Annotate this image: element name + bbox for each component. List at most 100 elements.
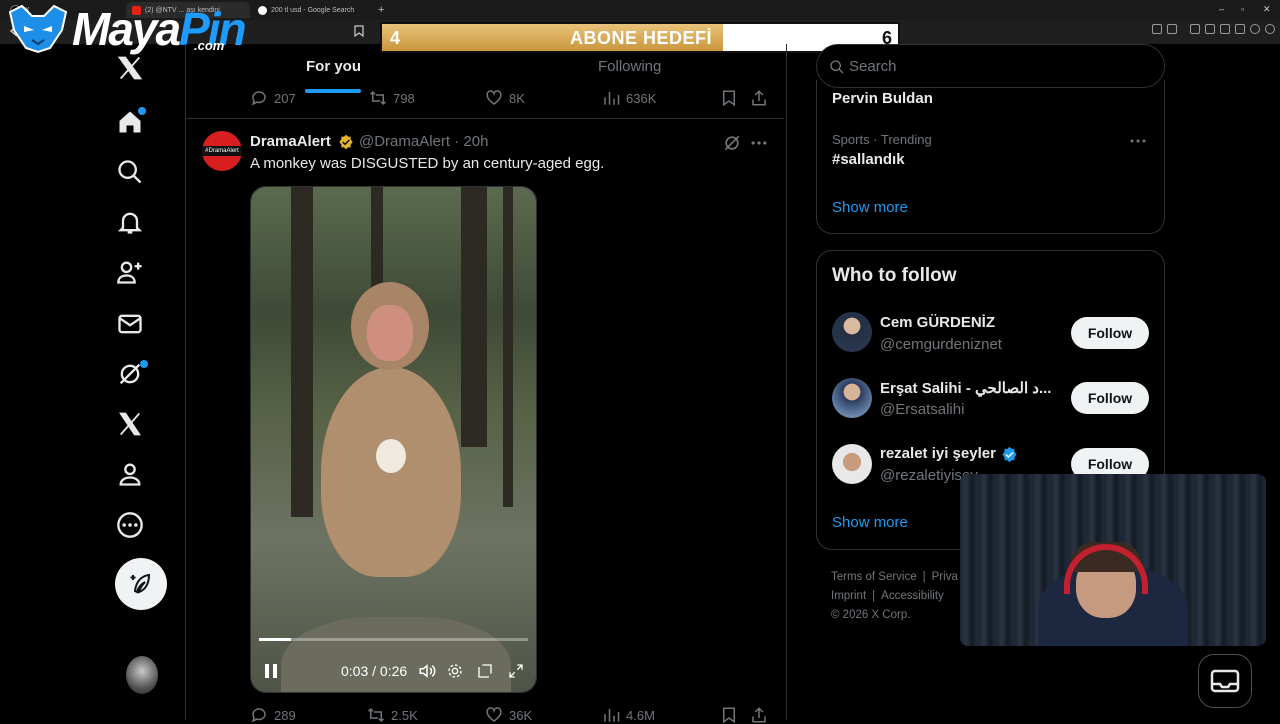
reply-icon xyxy=(251,708,266,723)
like-button[interactable]: 36K xyxy=(485,706,532,724)
repost-icon xyxy=(367,707,385,723)
fullscreen-icon xyxy=(509,664,523,678)
post-author-name[interactable]: DramaAlert xyxy=(250,133,331,150)
sidebar-icon[interactable] xyxy=(1205,24,1215,34)
x-logo[interactable] xyxy=(104,46,156,90)
fullscreen-button[interactable] xyxy=(506,661,526,681)
trends-card: Pervin Buldan Sports · Trending #salland… xyxy=(816,80,1165,234)
like-button[interactable]: 8K xyxy=(485,89,525,107)
who-to-follow-title: Who to follow xyxy=(832,265,957,286)
browser-tab-google[interactable]: 200 tl usd - Google Search xyxy=(252,2,372,18)
post-author-avatar[interactable]: #DramaAlert xyxy=(202,131,242,171)
privacy-link[interactable]: Priva xyxy=(932,571,958,583)
panther-logo-icon xyxy=(8,4,68,54)
share-icon[interactable] xyxy=(750,706,768,724)
video-progress-track[interactable] xyxy=(259,638,528,641)
tree-trunk xyxy=(291,187,313,517)
repost-button[interactable]: 2.5K xyxy=(367,706,418,724)
sidebar-footer: Terms of Service | Priva Imprint | Acces… xyxy=(831,571,971,621)
nav-follow[interactable] xyxy=(104,250,156,294)
tree-trunk xyxy=(461,187,487,447)
trend-item-name[interactable]: Pervin Buldan xyxy=(832,90,933,107)
imprint-link[interactable]: Imprint xyxy=(831,590,866,602)
follow-user-name[interactable]: Erşat Salihi - د الصالحي... xyxy=(880,379,1052,397)
maximize-button[interactable]: ▫ xyxy=(1241,4,1244,14)
shield-icon[interactable] xyxy=(1250,24,1260,34)
settings-button[interactable] xyxy=(445,661,465,681)
nav-premium[interactable] xyxy=(104,402,156,446)
pip-button[interactable] xyxy=(475,661,495,681)
verified-gold-badge-icon xyxy=(339,134,353,150)
bookmark-icon[interactable] xyxy=(720,89,738,107)
pause-button[interactable] xyxy=(261,661,281,681)
mail-icon xyxy=(118,314,142,334)
views-button[interactable]: 4.6M xyxy=(602,706,655,724)
minimize-button[interactable]: – xyxy=(1219,4,1224,14)
nav-messages[interactable] xyxy=(104,302,156,346)
bell-icon xyxy=(117,212,143,234)
who-to-follow-show-more[interactable]: Show more xyxy=(832,514,908,531)
post-button[interactable] xyxy=(115,558,167,610)
trend-context: Sports · Trending xyxy=(832,132,932,147)
google-icon xyxy=(258,5,267,15)
footer-separator: | xyxy=(872,590,876,602)
extensions-icon[interactable] xyxy=(1220,24,1230,34)
nav-grok[interactable] xyxy=(104,352,156,396)
mail-icon xyxy=(1210,669,1240,693)
x-premium-icon xyxy=(119,412,141,436)
trend-item-name[interactable]: #sallandık xyxy=(832,151,905,168)
post-author-handle[interactable]: @DramaAlert · 20h xyxy=(359,133,488,150)
grok-explain-icon[interactable] xyxy=(722,133,742,153)
active-tab-indicator xyxy=(305,89,361,93)
post-more-icon[interactable] xyxy=(749,133,769,153)
nav-profile[interactable] xyxy=(104,452,156,496)
webcam-overlay xyxy=(960,474,1266,646)
follow-button[interactable]: Follow xyxy=(1071,317,1149,349)
extension-icon[interactable] xyxy=(1167,24,1177,34)
trends-show-more[interactable]: Show more xyxy=(832,199,908,216)
trend-more-icon[interactable] xyxy=(1129,134,1147,148)
nav-home[interactable] xyxy=(104,100,156,144)
tab-following[interactable]: Following xyxy=(598,58,661,75)
nav-more[interactable] xyxy=(104,503,156,547)
new-tab-button[interactable]: + xyxy=(372,2,388,18)
terms-link[interactable]: Terms of Service xyxy=(831,571,917,583)
timeline-tabs: For you Following xyxy=(186,44,784,94)
post-video[interactable]: 0:03 / 0:26 xyxy=(250,186,537,693)
search-input[interactable]: Search xyxy=(816,44,1165,88)
music-icon[interactable] xyxy=(1190,24,1200,34)
follow-user-name[interactable]: rezalet iyi şeyler xyxy=(880,445,996,462)
bar-chart-icon xyxy=(604,709,620,722)
close-window-button[interactable]: ✕ xyxy=(1263,4,1271,15)
reply-button[interactable]: 207 xyxy=(250,89,296,107)
nav-explore[interactable] xyxy=(104,150,156,194)
repost-button[interactable]: 798 xyxy=(369,89,415,107)
accessibility-link[interactable]: Accessibility xyxy=(881,590,944,602)
follow-button[interactable]: Follow xyxy=(1071,382,1149,414)
bookmark-icon[interactable] xyxy=(720,706,738,724)
search-icon xyxy=(830,60,844,74)
download-icon[interactable] xyxy=(1235,24,1245,34)
messages-drawer-button[interactable] xyxy=(1198,654,1252,708)
views-button[interactable]: 636K xyxy=(602,89,656,107)
feather-plus-icon xyxy=(130,573,151,594)
follow-user-handle: @cemgurdeniznet xyxy=(880,336,1002,353)
nav-notifications[interactable] xyxy=(104,200,156,244)
follow-user-name[interactable]: Cem GÜRDENİZ xyxy=(880,314,995,331)
heart-icon xyxy=(486,90,502,105)
tab-for-you[interactable]: For you xyxy=(306,58,361,75)
profile-menu-icon[interactable] xyxy=(1265,24,1275,34)
share-icon[interactable] xyxy=(750,89,768,107)
avatar[interactable] xyxy=(832,378,872,418)
post-text: A monkey was DISGUSTED by an century-age… xyxy=(250,155,605,172)
monkey-face xyxy=(367,305,413,361)
avatar[interactable] xyxy=(832,312,872,352)
bookmark-icon[interactable] xyxy=(354,25,364,37)
extension-icon[interactable] xyxy=(1152,24,1162,34)
avatar[interactable] xyxy=(832,444,872,484)
reply-button[interactable]: 289 xyxy=(250,706,296,724)
volume-button[interactable] xyxy=(417,661,437,681)
account-avatar[interactable] xyxy=(126,656,158,694)
follow-user-handle: @Ersatsalihi xyxy=(880,401,965,418)
notification-dot xyxy=(140,360,148,368)
